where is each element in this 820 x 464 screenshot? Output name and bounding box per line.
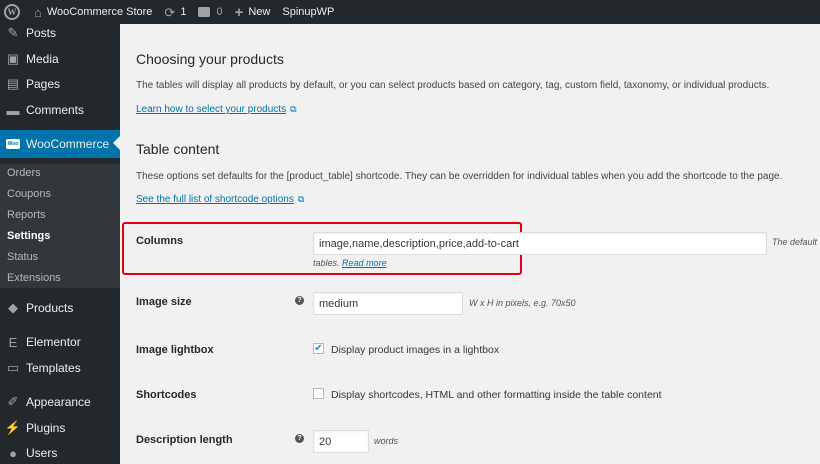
- sidebar-item-label: Users: [26, 446, 58, 460]
- select-products-link-label: Learn how to select your products: [136, 104, 287, 115]
- submenu-item-reports[interactable]: Reports: [7, 209, 46, 221]
- comments-link[interactable]: 0: [192, 0, 228, 24]
- sidebar-item-elementor[interactable]: Ε Elementor: [0, 329, 120, 355]
- comment-bubble-icon: [198, 7, 211, 17]
- spinupwp-label: SpinupWP: [282, 6, 335, 18]
- submenu-item-status[interactable]: Status: [7, 251, 38, 263]
- sidebar-item-label: Elementor: [26, 335, 81, 349]
- section-title-choosing-products: Choosing your products: [136, 51, 284, 67]
- appearance-icon: ✐: [7, 394, 19, 409]
- sidebar-item-label: Media: [26, 52, 59, 66]
- external-link-icon: ⧉: [290, 104, 297, 114]
- description-length-input[interactable]: 20: [313, 430, 369, 453]
- site-name-label: WooCommerce Store: [46, 6, 153, 18]
- help-icon[interactable]: ?: [295, 296, 304, 305]
- new-label: New: [248, 6, 271, 18]
- lightbox-checkbox-label: Display product images in a lightbox: [331, 344, 500, 356]
- sidebar-item-comments[interactable]: ▬ Comments: [0, 97, 120, 123]
- help-icon[interactable]: ?: [295, 434, 304, 443]
- sidebar-item-label: Products: [26, 301, 74, 315]
- select-products-link[interactable]: Learn how to select your products ⧉: [136, 104, 297, 115]
- columns-description-continued: tables. Read more: [313, 258, 387, 268]
- plus-icon: +: [234, 3, 244, 21]
- sidebar-item-templates[interactable]: ▭ Templates: [0, 355, 120, 381]
- section-title-table-content: Table content: [136, 141, 220, 157]
- products-icon: ◆: [8, 300, 18, 315]
- wordpress-icon: W: [4, 4, 20, 20]
- sidebar-item-posts[interactable]: ✎ Posts: [0, 20, 120, 46]
- pages-icon: ▤: [6, 76, 20, 91]
- home-icon: ⌂: [34, 4, 42, 20]
- sidebar-item-pages[interactable]: ▤ Pages: [0, 71, 120, 97]
- elementor-icon: Ε: [8, 334, 18, 350]
- active-arrow: [113, 136, 120, 150]
- sidebar-item-woocommerce[interactable]: Woo WooCommerce: [0, 130, 120, 158]
- comments-icon: ▬: [6, 102, 20, 118]
- spinupwp-link[interactable]: SpinupWP: [276, 0, 340, 24]
- templates-icon: ▭: [6, 360, 20, 375]
- description-length-label: Description length: [136, 434, 233, 446]
- pin-icon: ✎: [7, 25, 19, 40]
- read-more-link[interactable]: Read more: [342, 258, 387, 268]
- submenu-item-orders[interactable]: Orders: [7, 167, 41, 179]
- shortcode-options-link[interactable]: See the full list of shortcode options ⧉: [136, 194, 304, 205]
- updates-count: 1: [180, 6, 187, 18]
- shortcodes-label: Shortcodes: [136, 389, 197, 401]
- sidebar-item-label: WooCommerce: [26, 137, 110, 151]
- sidebar-item-label: Templates: [26, 361, 81, 375]
- woo-icon: Woo: [6, 139, 20, 149]
- comments-count: 0: [216, 6, 223, 18]
- image-size-label: Image size: [136, 296, 192, 308]
- sidebar-item-label: Appearance: [26, 395, 91, 409]
- submenu-item-settings[interactable]: Settings: [7, 230, 50, 242]
- sidebar-item-appearance[interactable]: ✐ Appearance: [0, 389, 120, 415]
- sidebar-item-label: Pages: [26, 77, 61, 91]
- external-link-icon: ⧉: [297, 194, 305, 204]
- section-description-table-content: These options set defaults for the [prod…: [136, 171, 783, 182]
- woocommerce-submenu: Orders Coupons Reports Settings Status E…: [0, 164, 120, 288]
- shortcodes-checkbox-label: Display shortcodes, HTML and other forma…: [331, 389, 662, 401]
- new-content-link[interactable]: + New: [229, 0, 277, 24]
- columns-label: Columns: [136, 235, 184, 247]
- shortcode-options-link-label: See the full list of shortcode options: [136, 194, 294, 205]
- media-icon: ▣: [6, 51, 20, 66]
- description-length-unit: words: [374, 436, 399, 446]
- columns-input[interactable]: image,name,description,price,add-to-cart: [313, 232, 767, 255]
- admin-bar: W ⌂ WooCommerce Store ⟳ 1 0 + New Spinup…: [0, 0, 820, 24]
- image-lightbox-label: Image lightbox: [136, 344, 214, 356]
- sidebar-item-label: Posts: [26, 26, 57, 40]
- users-icon: ●: [9, 445, 17, 461]
- main-content: Choosing your products The tables will d…: [120, 24, 820, 464]
- sidebar-item-plugins[interactable]: ⚡ Plugins: [0, 415, 120, 441]
- image-size-hint: W x H in pixels, e.g. 70x50: [469, 298, 576, 308]
- woo-icon-wrap: Woo: [0, 139, 26, 149]
- columns-description: The default: [772, 237, 818, 247]
- image-size-input[interactable]: medium: [313, 292, 463, 315]
- shortcodes-checkbox[interactable]: [313, 388, 324, 399]
- sidebar-item-products[interactable]: ◆ Products: [0, 295, 120, 321]
- sidebar-item-label: Plugins: [26, 421, 66, 435]
- admin-sidebar: ✎ Posts ▣ Media ▤ Pages ▬ Comments Woo W…: [0, 24, 120, 464]
- lightbox-checkbox[interactable]: ✔: [313, 343, 324, 354]
- checkmark-icon: ✔: [314, 343, 323, 354]
- section-description-choosing-products: The tables will display all products by …: [136, 80, 770, 91]
- sidebar-item-users[interactable]: ● Users: [0, 440, 120, 464]
- submenu-item-coupons[interactable]: Coupons: [7, 188, 51, 200]
- sidebar-item-label: Comments: [26, 103, 85, 117]
- sidebar-item-media[interactable]: ▣ Media: [0, 46, 120, 72]
- plugins-icon: ⚡: [4, 420, 22, 435]
- refresh-icon: ⟳: [164, 4, 176, 20]
- updates-link[interactable]: ⟳ 1: [158, 0, 192, 24]
- columns-description-text: tables.: [313, 258, 340, 268]
- submenu-item-extensions[interactable]: Extensions: [7, 272, 61, 284]
